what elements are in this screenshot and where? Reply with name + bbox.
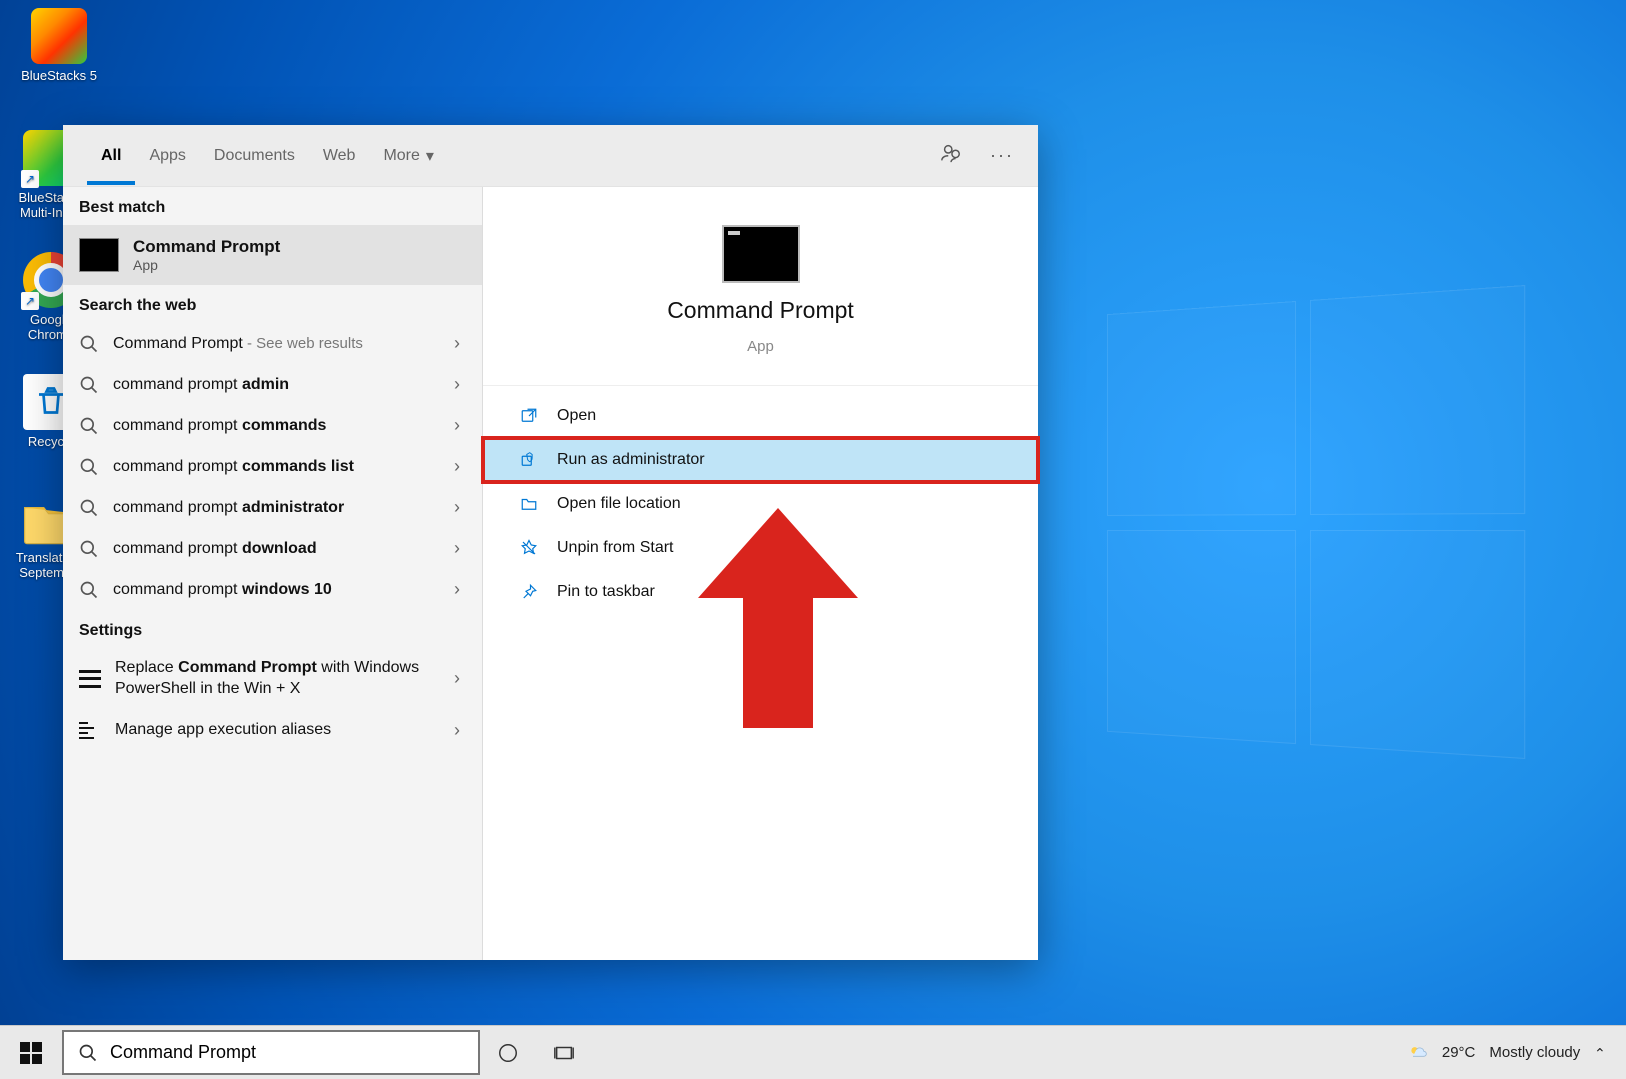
system-tray[interactable]: 29°C Mostly cloudy ⌄ (1388, 1026, 1626, 1079)
tab-web[interactable]: Web (309, 127, 370, 185)
search-web-header: Search the web (63, 285, 482, 323)
settings-result-row[interactable]: Replace Command Prompt with Windows Powe… (63, 648, 482, 710)
admin-shield-icon (519, 450, 539, 470)
desktop-icon-bluestacks5[interactable]: BlueStacks 5 (14, 8, 104, 83)
taskbar-search-input[interactable] (110, 1042, 464, 1063)
tray-overflow-chevron-icon[interactable]: ⌄ (1594, 1044, 1606, 1061)
weather-icon (1408, 1043, 1428, 1063)
search-icon (79, 334, 99, 354)
chevron-right-icon: › (454, 720, 466, 741)
search-filter-tabs: All Apps Documents Web More▾ ··· (63, 125, 1038, 187)
tab-more[interactable]: More▾ (369, 126, 447, 186)
action-label: Open file location (557, 495, 681, 513)
chevron-right-icon: › (454, 374, 466, 395)
web-result-row[interactable]: command prompt download › (63, 528, 482, 569)
search-icon (79, 580, 99, 600)
chevron-right-icon: › (454, 456, 466, 477)
action-label: Run as administrator (557, 451, 705, 469)
search-icon (79, 416, 99, 436)
best-match-title: Command Prompt (133, 237, 280, 257)
pin-icon (519, 582, 539, 602)
start-button[interactable] (0, 1026, 62, 1079)
web-result-row[interactable]: command prompt administrator › (63, 487, 482, 528)
weather-temperature: 29°C (1442, 1044, 1476, 1061)
taskbar-search-box[interactable] (62, 1030, 480, 1075)
web-result-row[interactable]: command prompt commands list › (63, 446, 482, 487)
alias-list-icon (79, 722, 101, 739)
best-match-command-prompt[interactable]: Command Prompt App (63, 225, 482, 285)
web-result-row[interactable]: command prompt windows 10 › (63, 569, 482, 610)
open-icon (519, 406, 539, 426)
best-match-subtitle: App (133, 257, 280, 273)
settings-result-row[interactable]: Manage app execution aliases › (63, 710, 482, 751)
settings-header: Settings (63, 610, 482, 648)
chevron-right-icon: › (454, 579, 466, 600)
weather-description: Mostly cloudy (1489, 1044, 1580, 1061)
best-match-header: Best match (63, 187, 482, 225)
search-detail-pane: Command Prompt App Open Run as administr… (483, 187, 1038, 960)
task-view-button[interactable] (536, 1026, 592, 1079)
tab-documents[interactable]: Documents (200, 127, 309, 185)
taskbar: 29°C Mostly cloudy ⌄ (0, 1025, 1626, 1079)
chevron-right-icon: › (454, 497, 466, 518)
feedback-icon[interactable] (940, 142, 962, 169)
cmd-app-icon (722, 225, 800, 283)
web-result-row[interactable]: command prompt admin › (63, 364, 482, 405)
unpin-icon (519, 538, 539, 558)
chevron-right-icon: › (454, 333, 466, 354)
action-open[interactable]: Open (483, 394, 1038, 438)
search-icon (79, 457, 99, 477)
tab-apps[interactable]: Apps (135, 127, 199, 185)
desktop-icon-label: BlueStacks 5 (21, 68, 97, 83)
action-label: Unpin from Start (557, 539, 673, 557)
search-icon (79, 498, 99, 518)
windows-logo-icon (20, 1042, 42, 1064)
chevron-down-icon: ▾ (426, 146, 434, 166)
windows-watermark (1107, 284, 1541, 776)
chevron-right-icon: › (454, 668, 466, 689)
detail-app-title: Command Prompt (667, 297, 854, 324)
more-options-icon[interactable]: ··· (990, 145, 1014, 166)
shortcut-arrow-icon: ↗ (21, 170, 39, 188)
action-run-as-administrator[interactable]: Run as administrator (483, 438, 1038, 482)
terminal-toggle-icon (79, 670, 101, 688)
search-icon (79, 375, 99, 395)
start-search-panel: All Apps Documents Web More▾ ··· Best ma… (63, 125, 1038, 960)
action-label: Open (557, 407, 596, 425)
chevron-right-icon: › (454, 538, 466, 559)
action-pin-to-taskbar[interactable]: Pin to taskbar (483, 570, 1038, 614)
tab-all[interactable]: All (87, 127, 135, 185)
search-icon (78, 1043, 98, 1063)
detail-app-subtitle: App (747, 338, 774, 375)
chevron-right-icon: › (454, 415, 466, 436)
search-results-list: Best match Command Prompt App Search the… (63, 187, 483, 960)
action-unpin-from-start[interactable]: Unpin from Start (483, 526, 1038, 570)
action-label: Pin to taskbar (557, 583, 655, 601)
cmd-thumbnail-icon (79, 238, 119, 272)
web-result-row[interactable]: Command Prompt - See web results › (63, 323, 482, 364)
action-open-file-location[interactable]: Open file location (483, 482, 1038, 526)
web-result-row[interactable]: command prompt commands › (63, 405, 482, 446)
bluestacks-icon (31, 8, 87, 64)
cortana-button[interactable] (480, 1026, 536, 1079)
shortcut-arrow-icon: ↗ (21, 292, 39, 310)
search-icon (79, 539, 99, 559)
folder-location-icon (519, 494, 539, 514)
